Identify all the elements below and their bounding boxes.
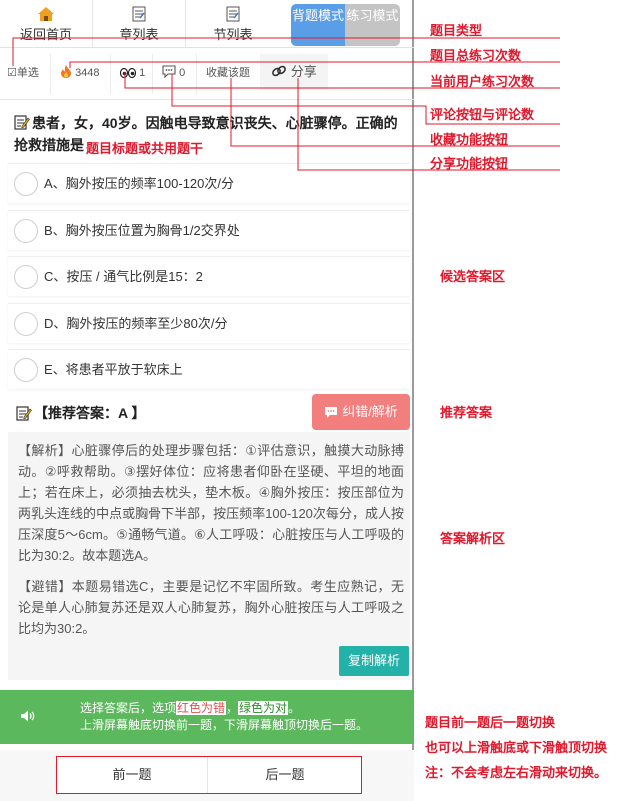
tip-text: 选择答案后，选项 <box>80 701 177 715</box>
fire-icon <box>61 65 71 78</box>
annotation-question-type: 题目类型 <box>430 23 483 38</box>
home-button[interactable]: 返回首页 <box>0 0 92 48</box>
question-switcher: 前一题 后一题 <box>56 756 362 794</box>
question-meta-bar: ☑单选 3448 1 0 收藏该题 分享 <box>0 48 414 100</box>
tip-line-2: 上滑屏幕触底切换前一题，下滑屏幕触顶切换后一题。 <box>80 718 369 732</box>
tip-line-1: 选择答案后，选项红色为错，绿色为对。 <box>80 700 300 716</box>
mobile-app-screen: 返回首页 章列表 节列表 背题模式 练习模式 ☑单选 3448 1 0 收藏该题… <box>0 0 414 801</box>
next-question-button[interactable]: 后一题 <box>209 757 361 793</box>
annotation-share: 分享功能按钮 <box>430 156 509 171</box>
question-text: 患者，女，40岁。因触电导致意识丧失、心脏骤停。正确的抢救措施是 <box>14 115 398 153</box>
share-button[interactable]: 分享 <box>260 54 328 90</box>
option-text: C、按压 / 通气比例是15：2 <box>44 269 203 284</box>
avoid-error-paragraph: 【避错】本题易错选C，主要是记忆不牢固所致。考生应熟记，无论是单人心肺复苏还是双… <box>18 579 404 636</box>
home-icon <box>38 7 54 21</box>
option-text: A、胸外按压的频率100-120次/分 <box>44 176 234 191</box>
option-text: D、胸外按压的频率至少80次/分 <box>44 316 228 331</box>
tip-text: 。 <box>288 701 301 715</box>
radio-circle-icon <box>14 172 38 196</box>
option-c[interactable]: C、按压 / 通气比例是15：2 <box>8 256 410 296</box>
divider <box>196 54 197 94</box>
total-practice-count: 3448 <box>60 62 100 84</box>
annotation-switch-3: 注：不会考虑左右滑动来切换。 <box>425 765 608 780</box>
section-list-label: 节列表 <box>213 27 253 42</box>
tip-text: ， <box>226 701 239 715</box>
option-a[interactable]: A、胸外按压的频率100-120次/分 <box>8 163 410 203</box>
top-navigation: 返回首页 章列表 节列表 背题模式 练习模式 <box>0 0 414 48</box>
answer-analysis: 【解析】心脏骤停后的处理步骤包括：①评估意识，触摸大动脉搏动。②呼救帮助。③摆好… <box>8 432 410 680</box>
radio-circle-icon <box>14 358 38 382</box>
option-e[interactable]: E、将患者平放于软床上 <box>8 349 410 389</box>
option-b[interactable]: B、胸外按压位置为胸骨1/2交界处 <box>8 210 410 250</box>
section-list-button[interactable]: 节列表 <box>185 0 280 48</box>
recommended-answer-bar: 【推荐答案：A 】 纠错/解析 <box>8 394 410 432</box>
analysis-paragraph: 【解析】心脏骤停后的处理步骤包括：①评估意识，触摸大动脉搏动。②呼救帮助。③摆好… <box>18 443 404 563</box>
option-text: E、将患者平放于软床上 <box>44 362 183 377</box>
question-stem: 患者，女，40岁。因触电导致意识丧失、心脏骤停。正确的抢救措施是 <box>14 112 406 156</box>
copy-analysis-button[interactable]: 复制解析 <box>339 646 409 676</box>
total-count-value: 3448 <box>75 67 100 79</box>
wrong-color-tag: 红色为错 <box>176 701 227 715</box>
user-practice-count: 1 <box>119 62 146 84</box>
comment-button[interactable]: 0 <box>162 62 185 84</box>
home-label: 返回首页 <box>19 27 72 42</box>
radio-circle-icon <box>14 219 38 243</box>
annotation-comment: 评论按钮与评论数 <box>430 107 535 122</box>
edit-note-icon <box>14 115 30 130</box>
comment-count-value: 0 <box>179 67 186 79</box>
feedback-button[interactable]: 纠错/解析 <box>312 394 410 430</box>
comment-icon <box>325 407 338 418</box>
recommended-answer-text: 【推荐答案：A 】 <box>34 405 146 421</box>
annotation-recommended: 推荐答案 <box>440 405 493 420</box>
share-link-icon <box>272 65 287 77</box>
user-count-value: 1 <box>139 67 146 79</box>
right-color-tag: 绿色为对 <box>238 701 289 715</box>
comment-icon <box>162 65 176 79</box>
option-text: B、胸外按压位置为胸骨1/2交界处 <box>44 223 240 238</box>
divider <box>110 54 111 94</box>
annotation-analysis-area: 答案解析区 <box>440 531 506 546</box>
document-icon <box>226 6 240 22</box>
chapter-list-button[interactable]: 章列表 <box>92 0 185 48</box>
tip-banner: 选择答案后，选项红色为错，绿色为对。 上滑屏幕触底切换前一题，下滑屏幕触顶切换后… <box>0 690 414 744</box>
annotation-total-practice: 题目总练习次数 <box>430 48 522 63</box>
edit-note-icon <box>16 406 32 421</box>
question-type-label: ☑单选 <box>7 67 39 79</box>
recite-mode-button[interactable]: 背题模式 <box>291 4 345 46</box>
divider <box>152 54 153 94</box>
annotation-options-area: 候选答案区 <box>440 269 506 284</box>
annotation-stem: 题目标题或共用题干 <box>86 141 204 156</box>
annotation-switch-1: 题目前一题后一题切换 <box>425 715 556 730</box>
document-icon <box>132 6 146 22</box>
annotation-switch-2: 也可以上滑触底或下滑触顶切换 <box>425 740 608 755</box>
recommended-answer: 【推荐答案：A 】 <box>16 394 145 432</box>
annotation-user-practice: 当前用户练习次数 <box>430 74 535 89</box>
prev-question-button[interactable]: 前一题 <box>57 757 208 793</box>
favorite-button[interactable]: 收藏该题 <box>206 62 250 84</box>
speaker-icon[interactable] <box>20 709 36 723</box>
radio-circle-icon <box>14 265 38 289</box>
eyes-icon <box>119 67 137 79</box>
bottom-navigation: 前一题 后一题 <box>0 750 414 801</box>
annotation-favorite: 收藏功能按钮 <box>430 132 509 147</box>
mode-switch: 背题模式 练习模式 <box>291 4 400 46</box>
radio-circle-icon <box>14 312 38 336</box>
practice-mode-button[interactable]: 练习模式 <box>345 4 400 46</box>
share-label: 分享 <box>290 64 317 79</box>
divider <box>50 54 51 94</box>
chapter-list-label: 章列表 <box>119 27 159 42</box>
option-d[interactable]: D、胸外按压的频率至少80次/分 <box>8 303 410 343</box>
feedback-label: 纠错/解析 <box>342 404 398 419</box>
